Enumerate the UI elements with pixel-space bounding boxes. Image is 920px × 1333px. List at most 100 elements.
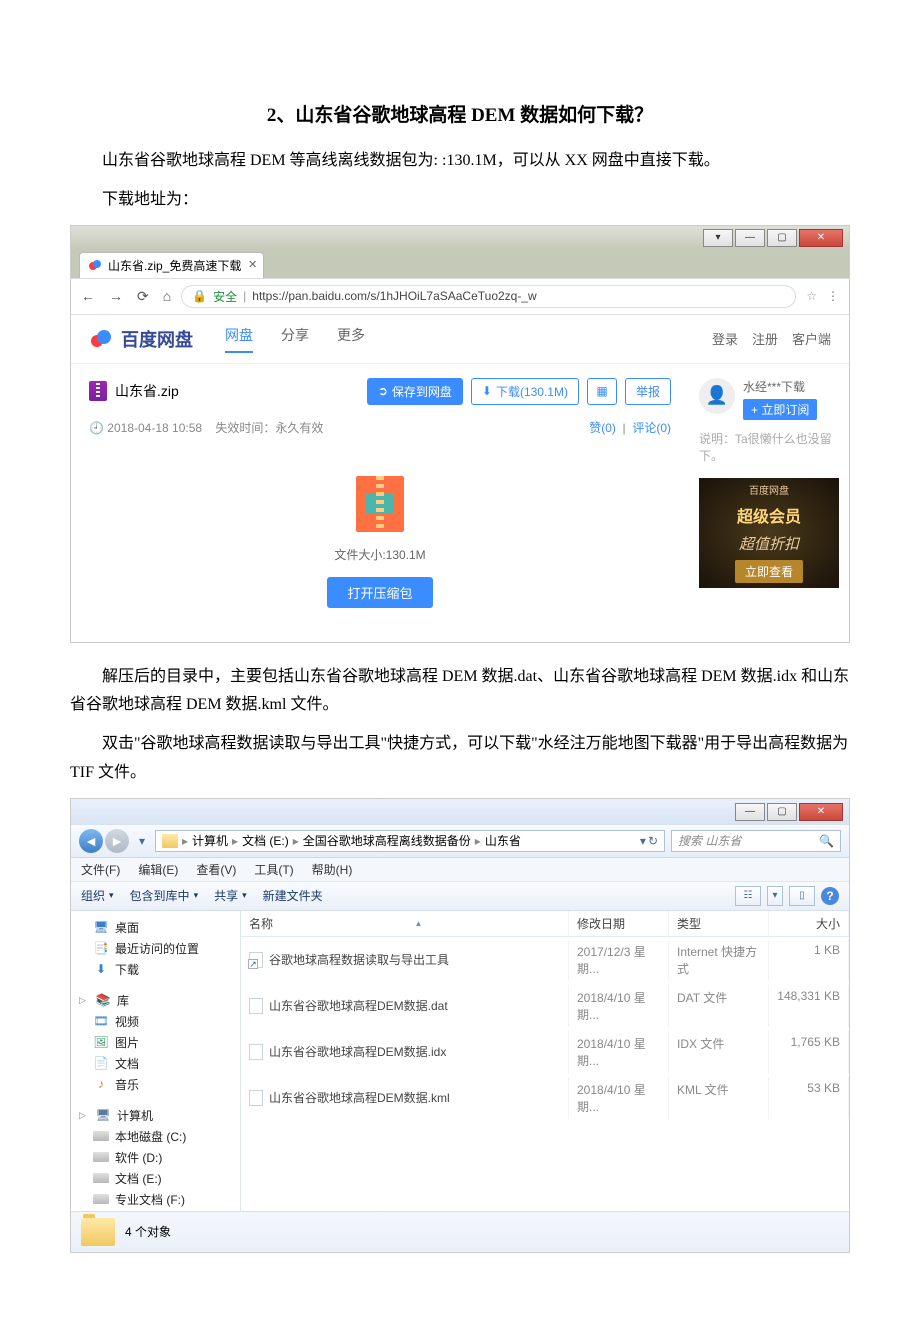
crumb-computer[interactable]: 计算机: [192, 832, 228, 849]
ad-title: 超级会员: [737, 503, 801, 527]
refresh-icon[interactable]: ↻: [648, 834, 658, 848]
back-icon[interactable]: ←: [81, 288, 95, 305]
pictures-icon: 🖼: [93, 1035, 109, 1049]
file-type-cell: KML 文件: [669, 1077, 769, 1119]
qr-icon: ▦: [596, 384, 607, 398]
crumb-folder2[interactable]: 山东省: [485, 832, 521, 849]
search-icon: 🔍: [819, 834, 834, 848]
menu-edit[interactable]: 编辑(E): [138, 861, 178, 878]
breadcrumb[interactable]: ▸ 计算机 ▸ 文档 (E:) ▸ 全国谷歌地球高程离线数据备份 ▸ 山东省 ▾…: [155, 830, 665, 852]
tree-recent[interactable]: 最近访问的位置: [115, 940, 199, 957]
explorer-maximize-button[interactable]: ▢: [767, 803, 797, 821]
col-type-header[interactable]: 类型: [669, 911, 769, 936]
reload-icon[interactable]: ⟳: [137, 288, 149, 305]
header-tab-more[interactable]: 更多: [337, 325, 365, 353]
browser-menu-icon[interactable]: ⋮: [827, 289, 839, 303]
toolbar-include[interactable]: 包含到库中: [130, 887, 199, 904]
file-name-cell: 山东省谷歌地球高程DEM数据.dat: [269, 997, 448, 1014]
explorer-search-input[interactable]: 搜索 山东省 🔍: [671, 830, 841, 852]
toolbar-organize[interactable]: 组织: [81, 887, 114, 904]
save-to-pan-button[interactable]: ➲ 保存到网盘: [367, 378, 463, 405]
menu-help[interactable]: 帮助(H): [312, 861, 353, 878]
col-size-header[interactable]: 大小: [769, 911, 849, 936]
crumb-drive[interactable]: 文档 (E:): [242, 832, 289, 849]
tree-drive-f[interactable]: 专业文档 (F:): [115, 1191, 185, 1208]
tree-videos[interactable]: 视频: [115, 1013, 139, 1030]
music-icon: ♪: [93, 1077, 109, 1091]
uploader-note: 说明：Ta很懒什么也没留下。: [699, 430, 839, 464]
window-minimize-button[interactable]: —: [735, 229, 765, 247]
explorer-forward-button[interactable]: ►: [105, 829, 129, 853]
brand-name: 百度网盘: [121, 326, 193, 352]
window-close-button[interactable]: ✕: [799, 229, 843, 247]
home-icon[interactable]: ⌂: [163, 288, 171, 305]
browser-tab[interactable]: 山东省.zip_免费高速下载 ✕: [79, 252, 264, 278]
download-button[interactable]: ⬇ 下载(130.1M): [471, 378, 579, 405]
bookmark-star-icon[interactable]: ☆: [806, 289, 817, 303]
view-mode-button[interactable]: ☷: [735, 886, 761, 906]
tree-desktop[interactable]: 桌面: [115, 919, 139, 936]
header-tab-pan[interactable]: 网盘: [225, 325, 253, 353]
explorer-minimize-button[interactable]: —: [735, 803, 765, 821]
explorer-menubar: 文件(F) 编辑(E) 查看(V) 工具(T) 帮助(H): [71, 858, 849, 882]
header-client-link[interactable]: 客户端: [792, 329, 831, 348]
preview-pane-button[interactable]: ▯: [789, 886, 815, 906]
tree-libraries[interactable]: 库: [117, 992, 129, 1009]
recent-icon: 📑: [93, 941, 109, 955]
open-archive-button[interactable]: 打开压缩包: [327, 577, 432, 608]
upload-time: 2018-04-18 10:58: [107, 421, 202, 435]
header-tab-share[interactable]: 分享: [281, 325, 309, 353]
window-dropdown-button[interactable]: ▾: [703, 229, 733, 247]
sort-asc-icon: ▲: [415, 919, 423, 928]
file-row[interactable]: 山东省谷歌地球高程DEM数据.dat2018/4/10 星期...DAT 文件1…: [241, 983, 849, 1029]
tree-computer[interactable]: 计算机: [117, 1107, 153, 1124]
lock-icon: 🔒: [192, 289, 207, 303]
explorer-back-button[interactable]: ◄: [79, 829, 103, 853]
subscribe-button[interactable]: + 立即订阅: [743, 399, 817, 420]
file-row[interactable]: 山东省谷歌地球高程DEM数据.kml2018/4/10 星期...KML 文件5…: [241, 1075, 849, 1121]
user-avatar-icon: 👤: [699, 378, 735, 414]
file-row[interactable]: 山东省谷歌地球高程DEM数据.idx2018/4/10 星期...IDX 文件1…: [241, 1029, 849, 1075]
forward-icon[interactable]: →: [109, 288, 123, 305]
tree-drive-d[interactable]: 软件 (D:): [115, 1149, 162, 1166]
crumb-folder1[interactable]: 全国谷歌地球高程离线数据备份: [303, 832, 471, 849]
status-object-count: 4 个对象: [125, 1223, 171, 1240]
like-link[interactable]: 赞(0): [589, 421, 616, 435]
tree-downloads[interactable]: 下载: [115, 961, 139, 978]
address-bar[interactable]: 🔒 安全 | https://pan.baidu.com/s/1hJHOiL7a…: [181, 285, 796, 308]
file-type-cell: IDX 文件: [669, 1031, 769, 1073]
tree-documents[interactable]: 文档: [115, 1055, 139, 1072]
qr-button[interactable]: ▦: [587, 378, 617, 405]
help-button[interactable]: ?: [821, 887, 839, 905]
comment-link[interactable]: 评论(0): [632, 421, 671, 435]
tab-close-icon[interactable]: ✕: [248, 258, 257, 271]
tree-drive-c[interactable]: 本地磁盘 (C:): [115, 1128, 186, 1145]
menu-view[interactable]: 查看(V): [196, 861, 236, 878]
downloads-icon: ⬇: [93, 962, 109, 976]
view-dropdown-button[interactable]: ▾: [767, 886, 783, 906]
tree-pictures[interactable]: 图片: [115, 1034, 139, 1051]
window-maximize-button[interactable]: ▢: [767, 229, 797, 247]
col-name-header[interactable]: 名称: [249, 915, 273, 932]
col-date-header[interactable]: 修改日期: [569, 911, 669, 936]
section-title: 2、山东省谷歌地球高程 DEM 数据如何下载？: [70, 100, 850, 127]
header-register-link[interactable]: 注册: [752, 329, 778, 348]
explorer-close-button[interactable]: ✕: [799, 803, 843, 821]
browser-toolbar: ← → ⟳ ⌂ 🔒 安全 | https://pan.baidu.com/s/1…: [71, 278, 849, 315]
ad-banner[interactable]: 百度网盘 超级会员 超值折扣 立即查看: [699, 478, 839, 588]
history-dropdown-icon[interactable]: ▾: [135, 829, 149, 853]
tree-drive-e[interactable]: 文档 (E:): [115, 1170, 162, 1187]
file-icon: [249, 998, 263, 1014]
file-row[interactable]: 谷歌地球高程数据读取与导出工具2017/12/3 星期...Internet 快…: [241, 937, 849, 983]
explorer-screenshot: — ▢ ✕ ◄ ► ▾ ▸ 计算机 ▸ 文档 (E:) ▸ 全国谷歌地球高程离线…: [70, 798, 850, 1253]
explorer-statusbar: 4 个对象: [71, 1211, 849, 1252]
report-button[interactable]: 举报: [625, 378, 671, 405]
menu-file[interactable]: 文件(F): [81, 861, 120, 878]
toolbar-newfolder[interactable]: 新建文件夹: [263, 887, 323, 904]
menu-tools[interactable]: 工具(T): [254, 861, 293, 878]
header-login-link[interactable]: 登录: [712, 329, 738, 348]
toolbar-share[interactable]: 共享: [214, 887, 247, 904]
tree-music[interactable]: 音乐: [115, 1076, 139, 1093]
ad-cta-button[interactable]: 立即查看: [735, 560, 803, 583]
drive-icon: [93, 1131, 109, 1141]
